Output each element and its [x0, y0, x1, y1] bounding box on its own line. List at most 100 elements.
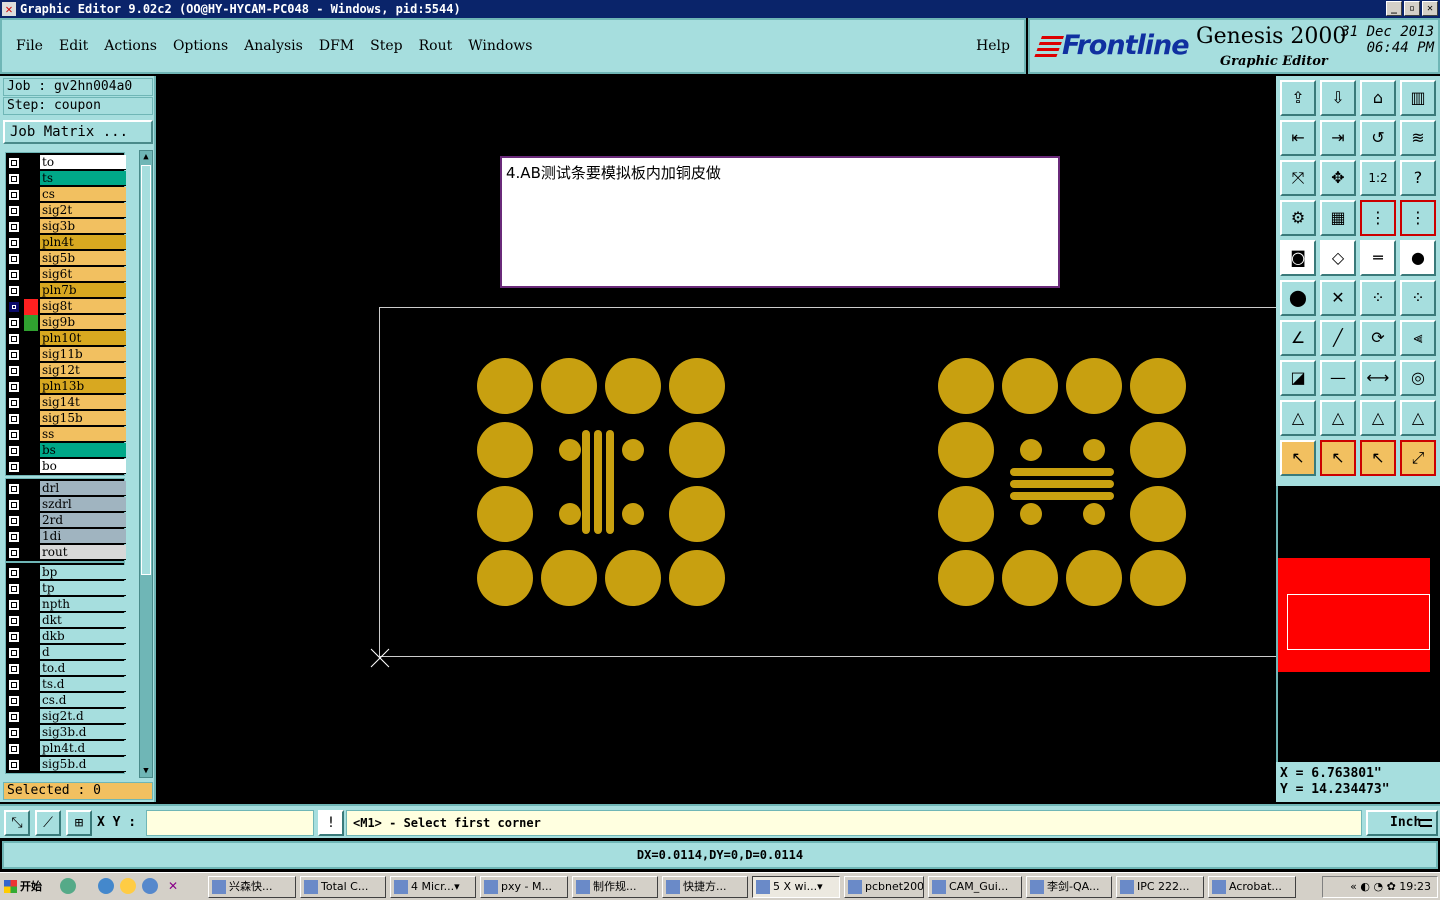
layer-checkbox[interactable]: [8, 759, 20, 771]
redraw-icon[interactable]: ≋: [1400, 120, 1436, 156]
taskbar-task[interactable]: 5 X wi...▾: [752, 876, 840, 898]
layer-name[interactable]: pln4t: [40, 235, 126, 250]
layer-scrollbar[interactable]: ▲ ▼: [139, 150, 153, 778]
ruler-icon[interactable]: ═: [1360, 240, 1396, 276]
layer-name[interactable]: szdrl: [40, 497, 126, 512]
layer-color-swatch[interactable]: [24, 267, 38, 283]
layer-name[interactable]: sig14t: [40, 395, 126, 410]
layer-color-swatch[interactable]: [24, 235, 38, 251]
layer-row[interactable]: sig12t: [6, 363, 126, 379]
layer-name[interactable]: sig2t: [40, 203, 126, 218]
layer-checkbox[interactable]: [8, 679, 20, 691]
taskbar-task[interactable]: 制作规...: [572, 876, 658, 898]
layer-row[interactable]: ss: [6, 427, 126, 443]
maximize-button[interactable]: ▫: [1404, 1, 1420, 16]
units-select[interactable]: Inch: [1366, 810, 1438, 836]
layer-row[interactable]: bs: [6, 443, 126, 459]
layer-checkbox[interactable]: [8, 727, 20, 739]
layer-name[interactable]: pln7b: [40, 283, 126, 298]
net-icon[interactable]: ⬤: [1280, 280, 1316, 316]
layer-color-swatch[interactable]: [24, 661, 38, 677]
layer-row[interactable]: sig15b: [6, 411, 126, 427]
grid-icon[interactable]: ▦: [1320, 200, 1356, 236]
layer-row[interactable]: tp: [6, 581, 126, 597]
taskbar-task[interactable]: 4 Micr...▾: [390, 876, 476, 898]
select-arrow-3-icon[interactable]: ↖: [1360, 440, 1396, 476]
layer-color-swatch[interactable]: [24, 581, 38, 597]
layer-color-swatch[interactable]: [24, 363, 38, 379]
layer-name[interactable]: to.d: [40, 661, 126, 676]
layer-row[interactable]: sig6t: [6, 267, 126, 283]
layer-row[interactable]: dkt: [6, 613, 126, 629]
taskbar-task[interactable]: 李剑-QA...: [1026, 876, 1112, 898]
layer-checkbox[interactable]: [8, 631, 20, 643]
layer-name[interactable]: sig12t: [40, 363, 126, 378]
triangle-3-icon[interactable]: △: [1360, 400, 1396, 436]
layer-name[interactable]: sig9b: [40, 315, 126, 330]
xy-input[interactable]: [146, 810, 314, 836]
snap-point-icon[interactable]: ⁘: [1360, 280, 1396, 316]
layer-compare-icon[interactable]: ⋮: [1360, 200, 1396, 236]
layer-name[interactable]: 2rd: [40, 513, 126, 528]
layer-checkbox[interactable]: [8, 461, 20, 473]
layer-row[interactable]: sig5b.d: [6, 757, 126, 773]
snap-edge-icon[interactable]: ⁘: [1400, 280, 1436, 316]
menu-step[interactable]: Step: [370, 38, 402, 54]
layer-name[interactable]: sig6t: [40, 267, 126, 282]
arc-icon[interactable]: ⟳: [1360, 320, 1396, 356]
layer-name[interactable]: d: [40, 645, 126, 660]
dash-icon[interactable]: —: [1320, 360, 1356, 396]
quicklaunch-app-icon[interactable]: [142, 878, 158, 894]
layer-color-swatch[interactable]: [24, 497, 38, 513]
taskbar-task[interactable]: pxy - M...: [480, 876, 568, 898]
layer-color-swatch[interactable]: [24, 251, 38, 267]
layer-row[interactable]: drl: [6, 481, 126, 497]
layer-color-swatch[interactable]: [24, 513, 38, 529]
layer-color-swatch[interactable]: [24, 693, 38, 709]
layer-checkbox[interactable]: [8, 599, 20, 611]
layer-name[interactable]: sig11b: [40, 347, 126, 362]
menu-dfm[interactable]: DFM: [319, 38, 354, 54]
layer-checkbox[interactable]: [8, 647, 20, 659]
layer-name[interactable]: sig5b: [40, 251, 126, 266]
taskbar-task[interactable]: 快捷方...: [662, 876, 748, 898]
scroll-thumb[interactable]: [141, 165, 151, 575]
layer-color-swatch[interactable]: [24, 283, 38, 299]
layer-checkbox[interactable]: [8, 189, 20, 201]
layer-color-swatch[interactable]: [24, 203, 38, 219]
layer-color-swatch[interactable]: [24, 331, 38, 347]
layer-color-swatch[interactable]: [24, 757, 38, 773]
menu-analysis[interactable]: Analysis: [244, 38, 303, 54]
layer-checkbox[interactable]: [8, 445, 20, 457]
layer-checkbox[interactable]: [8, 663, 20, 675]
taskbar-task[interactable]: Total C...: [300, 876, 386, 898]
layer-name[interactable]: to: [40, 155, 126, 170]
layer-row[interactable]: d: [6, 645, 126, 661]
layer-color-swatch[interactable]: [24, 379, 38, 395]
layer-checkbox[interactable]: [8, 695, 20, 707]
layer-name[interactable]: sig2t.d: [40, 709, 126, 724]
menu-file[interactable]: File: [16, 38, 43, 54]
layer-name[interactable]: bp: [40, 565, 126, 580]
measure-icon[interactable]: ⟋: [35, 810, 61, 836]
layer-row[interactable]: sig2t: [6, 203, 126, 219]
layer-row[interactable]: sig3b.d: [6, 725, 126, 741]
layer-row[interactable]: pln13b: [6, 379, 126, 395]
layer-row[interactable]: pln4t: [6, 235, 126, 251]
layer-name[interactable]: drl: [40, 481, 126, 496]
layer-row[interactable]: sig8t: [6, 299, 126, 315]
zoom-down-icon[interactable]: ⇩: [1320, 80, 1356, 116]
layer-row[interactable]: sig9b: [6, 315, 126, 331]
layer-color-swatch[interactable]: [24, 315, 38, 331]
layer-color-swatch[interactable]: [24, 347, 38, 363]
layer-checkbox[interactable]: [8, 615, 20, 627]
layer-name[interactable]: pln13b: [40, 379, 126, 394]
layer-color-swatch[interactable]: [24, 597, 38, 613]
select-arrow-icon[interactable]: ↖: [1280, 440, 1316, 476]
layer-checkbox[interactable]: [8, 333, 20, 345]
layer-row[interactable]: to: [6, 155, 126, 171]
layer-name[interactable]: 1di: [40, 529, 126, 544]
menu-help[interactable]: Help: [976, 38, 1010, 54]
minimize-button[interactable]: _: [1386, 1, 1402, 16]
layer-color-swatch[interactable]: [24, 645, 38, 661]
